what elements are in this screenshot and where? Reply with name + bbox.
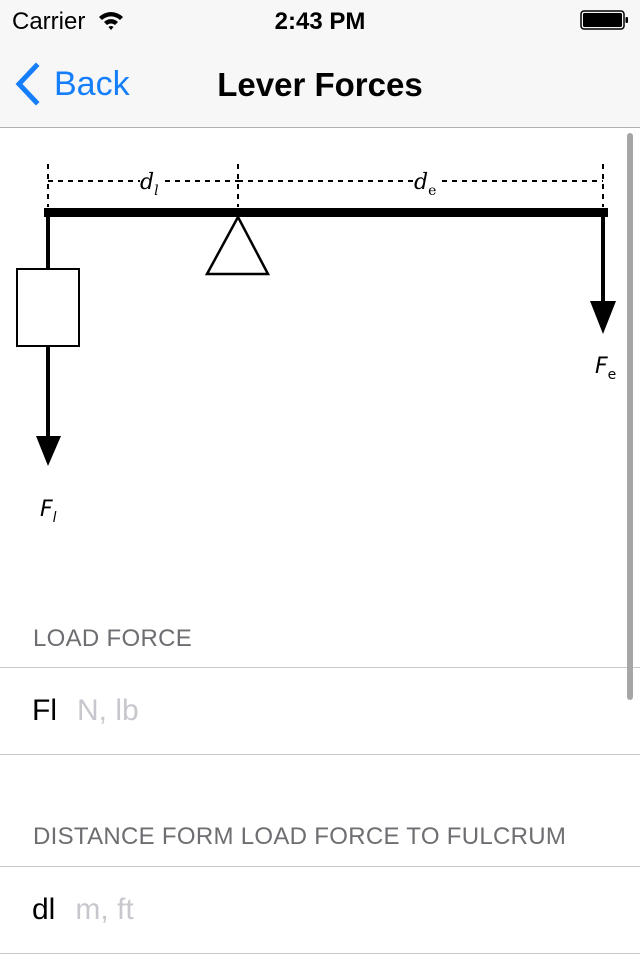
status-bar: Carrier 2:43 PM [0,0,640,40]
separator [0,953,640,954]
vertical-scrollbar[interactable] [627,133,633,700]
label-fl-main: F [40,497,53,522]
distance-input[interactable] [75,893,556,927]
scroll-content[interactable]: dl de Fl Fe LOAD FORCE Fl DISTANCE FORM … [0,129,640,960]
label-de: de [414,170,436,199]
navigation-bar: Back Lever Forces [0,40,640,128]
status-time: 2:43 PM [274,8,366,35]
label-de-sub: e [428,183,436,199]
distance-row[interactable]: dl [0,867,640,953]
lever-diagram: dl de Fl Fe [16,164,616,526]
label-fl-sub: l [53,510,57,526]
separator [0,754,640,755]
lever-bar [44,208,608,217]
section-header-load-force: LOAD FORCE [33,625,193,652]
label-fl: Fl [40,497,57,526]
fulcrum-triangle [204,214,271,276]
load-force-input[interactable] [77,694,557,728]
effort-force-arrowhead [590,301,616,334]
load-box [16,268,80,347]
label-de-main: d [414,170,428,195]
label-dl-sub: l [154,183,158,199]
battery-icon [580,10,628,30]
section-header-distance: DISTANCE FORM LOAD FORCE TO FULCRUM [33,823,567,850]
label-dl: dl [140,170,159,199]
load-force-row[interactable]: Fl [0,668,640,754]
label-fe: Fe [595,354,616,383]
load-force-arrowhead [36,436,61,466]
label-dl-main: d [140,170,154,195]
label-fe-main: F [595,354,608,379]
load-force-label: Fl [32,694,57,727]
dimension-lines [47,164,604,207]
distance-label: dl [32,893,56,926]
label-fe-sub: e [608,367,617,383]
page-title: Lever Forces [217,66,423,103]
